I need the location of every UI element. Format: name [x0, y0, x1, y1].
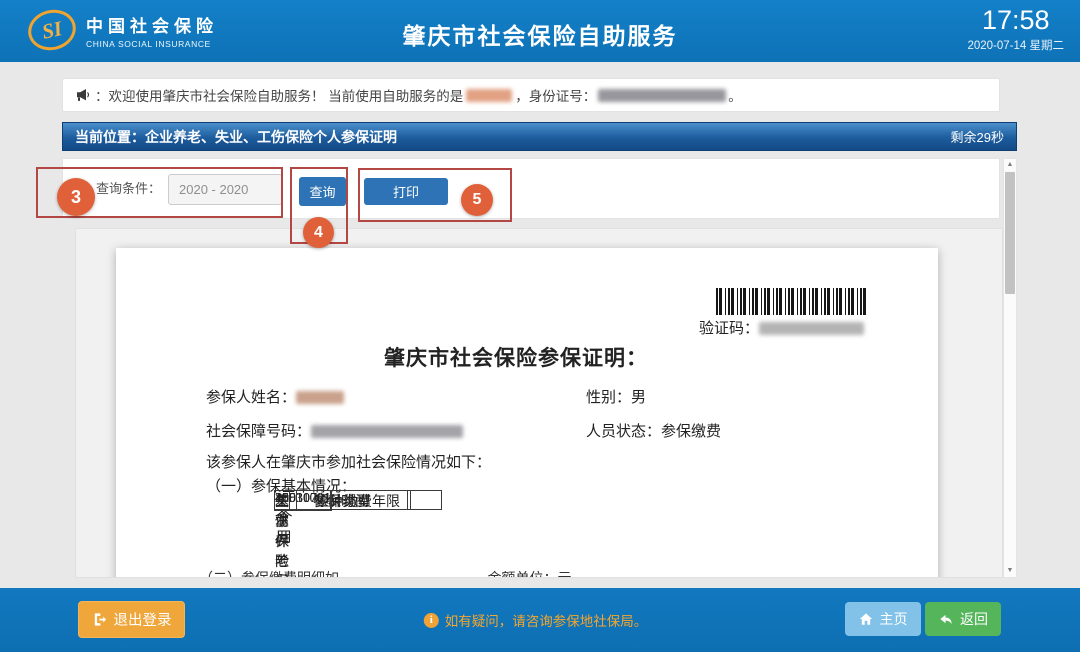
breadcrumb-bar: 当前位置：企业养老、失业、工伤保险个人参保证明 剩余29秒	[62, 122, 1017, 151]
document-preview-panel: 验证码： 肇庆市社会保险参保证明： 参保人姓名： 性别：男 社会保障号码： 人员…	[75, 228, 1003, 578]
back-arrow-icon	[938, 612, 953, 627]
welcome-banner: ：欢迎使用肇庆市社会保险自助服务！ 当前使用自助服务的是 ，身份证号： 。	[62, 78, 1000, 112]
app-header: SI 中国社会保险 CHINA SOCIAL INSURANCE 肇庆市社会保险…	[0, 0, 1080, 62]
kiosk-screen: SI 中国社会保险 CHINA SOCIAL INSURANCE 肇庆市社会保险…	[0, 0, 1080, 652]
scroll-up-icon[interactable]: ▲	[1004, 159, 1016, 171]
welcome-text-middle: ，身份证号：	[515, 85, 596, 105]
logo-text: 中国社会保险 CHINA SOCIAL INSURANCE	[86, 12, 218, 49]
logout-button[interactable]: 退出登录	[78, 601, 185, 638]
scrollbar-thumb[interactable]	[1005, 172, 1015, 294]
back-button[interactable]: 返回	[925, 602, 1001, 636]
page-scrollbar[interactable]: ▲ ▼	[1003, 158, 1017, 578]
logo-name-en: CHINA SOCIAL INSURANCE	[86, 39, 218, 49]
captcha-row: 验证码：	[699, 317, 864, 338]
page-title: 肇庆市社会保险自助服务	[403, 17, 678, 51]
logout-label: 退出登录	[114, 609, 172, 630]
redacted-captcha-value	[759, 322, 864, 335]
annotation-step-3-badge: 3	[57, 178, 95, 216]
current-location-label: 当前位置：企业养老、失业、工伤保险个人参保证明	[75, 127, 397, 147]
redacted-user-name	[466, 89, 512, 102]
scroll-down-icon[interactable]: ▼	[1004, 565, 1016, 577]
field-name-label: 参保人姓名：	[206, 390, 296, 406]
countdown-timer: 剩余29秒	[951, 127, 1004, 146]
annotation-step-4-badge: 4	[303, 217, 334, 248]
field-name: 参保人姓名：	[206, 386, 344, 407]
app-footer: 退出登录 i 如有疑问，请咨询参保地社保局。 主页 返回	[0, 588, 1080, 652]
logo-name-zh: 中国社会保险	[86, 12, 218, 37]
logo-mark-text: SI	[40, 16, 65, 45]
brand-logo: SI 中国社会保险 CHINA SOCIAL INSURANCE	[28, 10, 218, 50]
barcode	[716, 288, 866, 315]
certificate-intro: 该参保人在肇庆市参加社会保险情况如下：	[206, 451, 491, 472]
home-icon	[859, 612, 873, 626]
redacted-person-name	[296, 391, 344, 404]
field-gender-value: 男	[631, 390, 646, 406]
field-ssn-label: 社会保障号码：	[206, 424, 311, 440]
logout-icon	[92, 612, 107, 627]
back-label: 返回	[960, 609, 988, 629]
welcome-text-suffix: 。	[728, 85, 742, 105]
social-insurance-logo-icon: SI	[24, 5, 80, 55]
clock-date: 2020-07-14 星期二	[967, 37, 1064, 53]
home-label: 主页	[880, 609, 908, 629]
captcha-label: 验证码：	[699, 321, 759, 337]
field-status: 人员状态：参保缴费	[586, 420, 721, 441]
welcome-text-prefix: ：欢迎使用肇庆市社会保险自助服务！ 当前使用自助服务的是	[95, 85, 463, 105]
footer-notice-text: 如有疑问，请咨询参保地社保局。	[445, 610, 648, 630]
home-button[interactable]: 主页	[845, 602, 921, 636]
section-2-partial: （二）参保缴费明细如 金额单位：元	[199, 568, 572, 578]
info-icon: i	[424, 613, 439, 628]
annotation-step-5-badge: 5	[461, 184, 493, 216]
clock: 17:58 2020-07-14 星期二	[967, 5, 1064, 53]
certificate-page: 验证码： 肇庆市社会保险参保证明： 参保人姓名： 性别：男 社会保障号码： 人员…	[116, 248, 938, 578]
footer-notice: i 如有疑问，请咨询参保地社保局。	[424, 588, 648, 652]
field-status-value: 参保缴费	[661, 424, 721, 440]
field-status-label: 人员状态：	[586, 424, 661, 440]
redacted-ssn-value	[311, 425, 463, 438]
field-gender: 性别：男	[586, 386, 646, 407]
certificate-title: 肇庆市社会保险参保证明：	[136, 342, 896, 372]
redacted-id-number	[598, 89, 726, 102]
field-ssn: 社会保障号码：	[206, 420, 463, 441]
field-gender-label: 性别：	[586, 390, 631, 406]
megaphone-icon	[75, 87, 91, 103]
clock-time: 17:58	[967, 5, 1064, 36]
